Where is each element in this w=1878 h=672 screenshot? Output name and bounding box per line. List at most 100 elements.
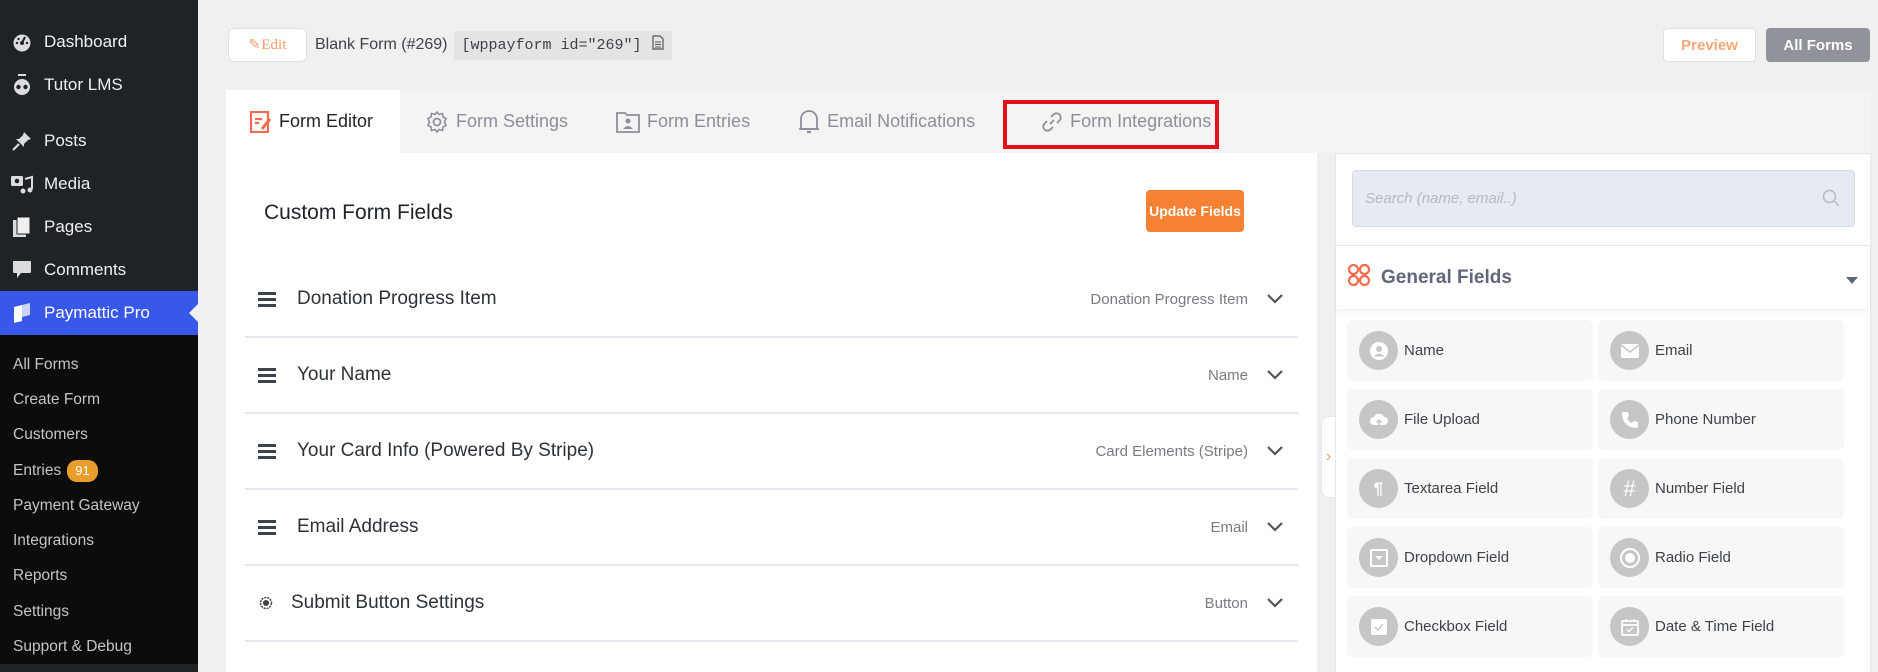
tab-label: Form Editor: [279, 111, 374, 131]
form-title: Blank Form (#269): [315, 36, 448, 53]
submit-button-settings-row[interactable]: Submit Button Settings Button: [245, 566, 1298, 642]
paragraph-icon: ¶: [1359, 469, 1398, 508]
tab-form-entries[interactable]: Form Entries: [592, 90, 774, 153]
chevron-down-icon[interactable]: [1266, 594, 1284, 612]
drag-handle-icon[interactable]: [258, 443, 276, 459]
submenu-all-forms[interactable]: All Forms: [0, 347, 198, 382]
palette-item-radio[interactable]: Radio Field: [1598, 527, 1844, 588]
comment-icon: [10, 258, 34, 282]
media-icon: [10, 172, 34, 196]
palette-item-date-time[interactable]: Date & Time Field: [1598, 596, 1844, 657]
chevron-down-icon[interactable]: [1266, 290, 1284, 308]
submenu-label: Payment Gateway: [13, 496, 140, 514]
submenu-customers[interactable]: Customers: [0, 418, 198, 453]
caret-down-icon: [1846, 277, 1858, 284]
drag-handle-icon[interactable]: [258, 291, 276, 307]
chevron-down-icon[interactable]: [1266, 366, 1284, 384]
form-field-row[interactable]: Email Address Email: [245, 490, 1298, 566]
general-fields-grid: Name Email File Upload Phone Number ¶ Te…: [1347, 320, 1853, 657]
tab-label: Form Entries: [647, 111, 751, 131]
field-name: Donation Progress Item: [297, 288, 497, 309]
sidebar-footer: [0, 664, 198, 672]
palette-item-file-upload[interactable]: File Upload: [1347, 389, 1593, 450]
search-icon[interactable]: [1822, 189, 1842, 209]
entries-icon: [616, 111, 640, 133]
gear-icon: [425, 110, 449, 134]
general-fields-section-header[interactable]: General Fields: [1336, 245, 1870, 309]
palette-item-label: Radio Field: [1655, 549, 1731, 566]
form-editor-panel: Custom Form Fields Update Fields Donatio…: [226, 153, 1317, 672]
palette-item-label: File Upload: [1404, 411, 1480, 428]
sidebar-item-paymattic-pro[interactable]: Paymattic Pro: [0, 291, 198, 335]
sidebar-item-comments[interactable]: Comments: [0, 248, 198, 291]
drag-handle-icon[interactable]: [258, 367, 276, 383]
field-name: Submit Button Settings: [291, 592, 485, 613]
shortcode-text: [wppayform id="269"]: [461, 36, 642, 54]
submenu-support-debug[interactable]: Support & Debug: [0, 629, 198, 664]
submenu-entries[interactable]: Entries 91: [0, 453, 198, 488]
field-type: Donation Progress Item: [1090, 290, 1248, 308]
sidebar-item-posts[interactable]: Posts: [0, 119, 198, 162]
palette-item-number[interactable]: # Number Field: [1598, 458, 1844, 519]
sidebar-item-label: Posts: [44, 130, 87, 150]
palette-item-label: Phone Number: [1655, 411, 1756, 428]
general-fields-icon: [1347, 263, 1371, 292]
preview-button[interactable]: Preview: [1663, 28, 1756, 62]
tab-email-notifications[interactable]: Email Notifications: [774, 90, 999, 153]
hash-icon: #: [1610, 469, 1649, 508]
submenu-payment-gateway[interactable]: Payment Gateway: [0, 488, 198, 523]
field-search-input[interactable]: [1365, 190, 1822, 207]
chevron-down-icon[interactable]: [1266, 442, 1284, 460]
chevron-down-icon[interactable]: [1266, 518, 1284, 536]
palette-item-label: Dropdown Field: [1404, 549, 1510, 566]
drag-handle-icon[interactable]: [258, 519, 276, 535]
sidebar-item-pages[interactable]: Pages: [0, 205, 198, 248]
tab-form-settings[interactable]: Form Settings: [400, 90, 592, 153]
edit-title-button[interactable]: ✎ Edit: [228, 28, 307, 62]
submenu-integrations[interactable]: Integrations: [0, 523, 198, 558]
sidebar-item-dashboard[interactable]: Dashboard: [0, 20, 198, 63]
submenu-label: Integrations: [13, 532, 94, 550]
palette-item-phone-number[interactable]: Phone Number: [1598, 389, 1844, 450]
palette-item-checkbox[interactable]: Checkbox Field: [1347, 596, 1593, 657]
radio-icon: [1610, 538, 1649, 577]
palette-item-label: Number Field: [1655, 480, 1746, 497]
palette-item-name[interactable]: Name: [1347, 320, 1593, 381]
paymattic-icon: [10, 301, 34, 325]
palette-item-dropdown[interactable]: Dropdown Field: [1347, 527, 1593, 588]
palette-item-textarea[interactable]: ¶ Textarea Field: [1347, 458, 1593, 519]
form-field-row[interactable]: Your Name Name: [245, 338, 1298, 414]
tab-form-integrations[interactable]: Form Integrations: [999, 90, 1235, 153]
form-header: ✎ Edit Blank Form (#269) [wppayform id="…: [228, 28, 672, 62]
update-fields-button[interactable]: Update Fields: [1146, 190, 1244, 232]
shortcode-box[interactable]: [wppayform id="269"]: [453, 30, 672, 60]
palette-item-label: Name: [1404, 342, 1445, 359]
copy-document-icon[interactable]: [651, 35, 664, 55]
form-field-row[interactable]: Your Card Info (Powered By Stripe) Card …: [245, 414, 1298, 490]
panel-toggle-handle[interactable]: ›: [1321, 416, 1335, 498]
sidebar-item-label: Tutor LMS: [44, 74, 123, 94]
pencil-icon: ✎: [248, 37, 261, 53]
sidebar-item-media[interactable]: Media: [0, 162, 198, 205]
tab-label: Form Integrations: [1070, 111, 1212, 131]
field-search-box: [1352, 170, 1855, 227]
calendar-icon: [1610, 607, 1649, 646]
pin-icon: [10, 129, 34, 153]
submenu-settings[interactable]: Settings: [0, 594, 198, 629]
dropdown-icon: [1359, 538, 1398, 577]
field-type: Name: [1207, 366, 1248, 384]
phone-icon: [1610, 400, 1649, 439]
sidebar-item-label: Pages: [44, 216, 93, 236]
form-field-row[interactable]: Donation Progress Item Donation Progress…: [245, 262, 1298, 338]
submenu-create-form[interactable]: Create Form: [0, 382, 198, 417]
tab-form-editor[interactable]: Form Editor: [226, 90, 400, 153]
sidebar-item-label: Paymattic Pro: [44, 303, 150, 322]
all-forms-button[interactable]: All Forms: [1766, 28, 1870, 62]
submenu-reports[interactable]: Reports: [0, 559, 198, 594]
gear-icon: [259, 596, 273, 610]
sidebar-item-label: Comments: [44, 259, 127, 279]
sidebar-submenu: All Forms Create Form Customers Entries 9…: [0, 335, 198, 670]
palette-item-email[interactable]: Email: [1598, 320, 1844, 381]
sidebar-item-tutor-lms[interactable]: Tutor LMS: [0, 63, 198, 106]
field-palette-panel: General Fields Name Email File Upload Ph…: [1335, 153, 1871, 672]
